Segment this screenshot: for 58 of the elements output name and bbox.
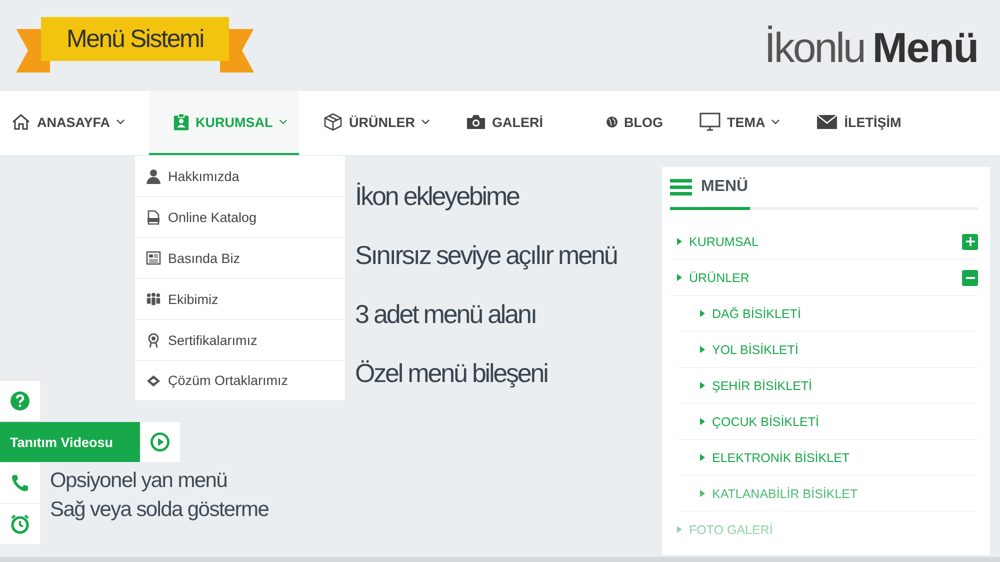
chevron-down-icon xyxy=(278,119,288,125)
envelope-icon xyxy=(816,114,838,130)
nav-item[interactable]: İLETİŞİM xyxy=(816,91,914,155)
dropdown-item[interactable]: Online Katalog xyxy=(135,197,345,238)
monitor-icon xyxy=(699,112,722,132)
triangle-bullet-icon xyxy=(677,526,682,533)
side-text: Opsiyonel yan menü xyxy=(50,468,228,494)
side-text: Sağ veya solda gösterme xyxy=(50,497,270,523)
clock-button[interactable] xyxy=(0,504,40,544)
triangle-bullet-icon xyxy=(700,454,705,461)
dropdown-item[interactable]: Hakkımızda xyxy=(135,156,345,197)
collapse-toggle[interactable] xyxy=(962,270,978,286)
play-icon xyxy=(150,432,170,452)
triangle-bullet-icon xyxy=(700,418,705,425)
triangle-bullet-icon xyxy=(700,346,705,353)
feature-text: Özel menü bileşeni xyxy=(355,357,548,390)
dropdown-item[interactable]: Ekibimiz xyxy=(135,279,345,320)
minus-icon xyxy=(966,276,974,278)
clock-icon xyxy=(10,514,30,534)
box-icon xyxy=(323,112,344,132)
chevron-down-icon xyxy=(421,119,430,125)
triangle-bullet-icon xyxy=(677,238,682,245)
chevron-down-icon xyxy=(771,119,780,125)
dropdown-item[interactable]: Basında Biz xyxy=(135,238,345,279)
group-icon xyxy=(146,292,161,306)
phone-button[interactable] xyxy=(0,463,40,503)
person-icon xyxy=(146,168,161,184)
help-button[interactable] xyxy=(0,381,40,421)
document-icon xyxy=(146,210,161,224)
nav-item[interactable]: ANASAYFA xyxy=(11,91,138,155)
feature-text: İkon ekleyebime xyxy=(355,180,520,213)
triangle-bullet-icon xyxy=(677,274,682,281)
help-icon xyxy=(10,391,30,411)
triangle-bullet-icon xyxy=(700,310,705,317)
camera-icon xyxy=(466,113,486,131)
dropdown-item[interactable]: Sertifikalarımız xyxy=(135,320,345,361)
feature-text: 3 adet menü alanı xyxy=(355,298,537,331)
nav-item[interactable]: TEMA xyxy=(699,91,792,155)
dropdown-item[interactable]: Çözüm Ortaklarımız xyxy=(135,361,345,400)
feature-text: Sınırsız seviye açılır menü xyxy=(355,239,618,272)
nav-item[interactable]: BLOG xyxy=(590,91,676,155)
side-menu-title: MENÜ xyxy=(701,178,748,196)
plus-icon xyxy=(966,237,974,246)
id-badge-icon xyxy=(173,112,190,132)
award-icon xyxy=(146,332,161,348)
nav-item[interactable]: GALERİ xyxy=(466,91,566,155)
newspaper-icon xyxy=(146,251,161,265)
triangle-bullet-icon xyxy=(700,382,705,389)
expand-toggle[interactable] xyxy=(962,234,978,250)
nav-item[interactable]: ÜRÜNLER xyxy=(323,91,442,155)
play-button[interactable] xyxy=(140,422,180,462)
chevron-down-icon xyxy=(116,119,126,125)
logo-text[interactable]: İkonlu Menü xyxy=(764,24,978,72)
house-icon xyxy=(11,112,31,132)
ribbon-banner: Menü Sistemi xyxy=(16,16,254,72)
triangle-bullet-icon xyxy=(700,490,705,497)
menu-icon[interactable] xyxy=(670,178,692,196)
phone-icon xyxy=(10,473,30,493)
